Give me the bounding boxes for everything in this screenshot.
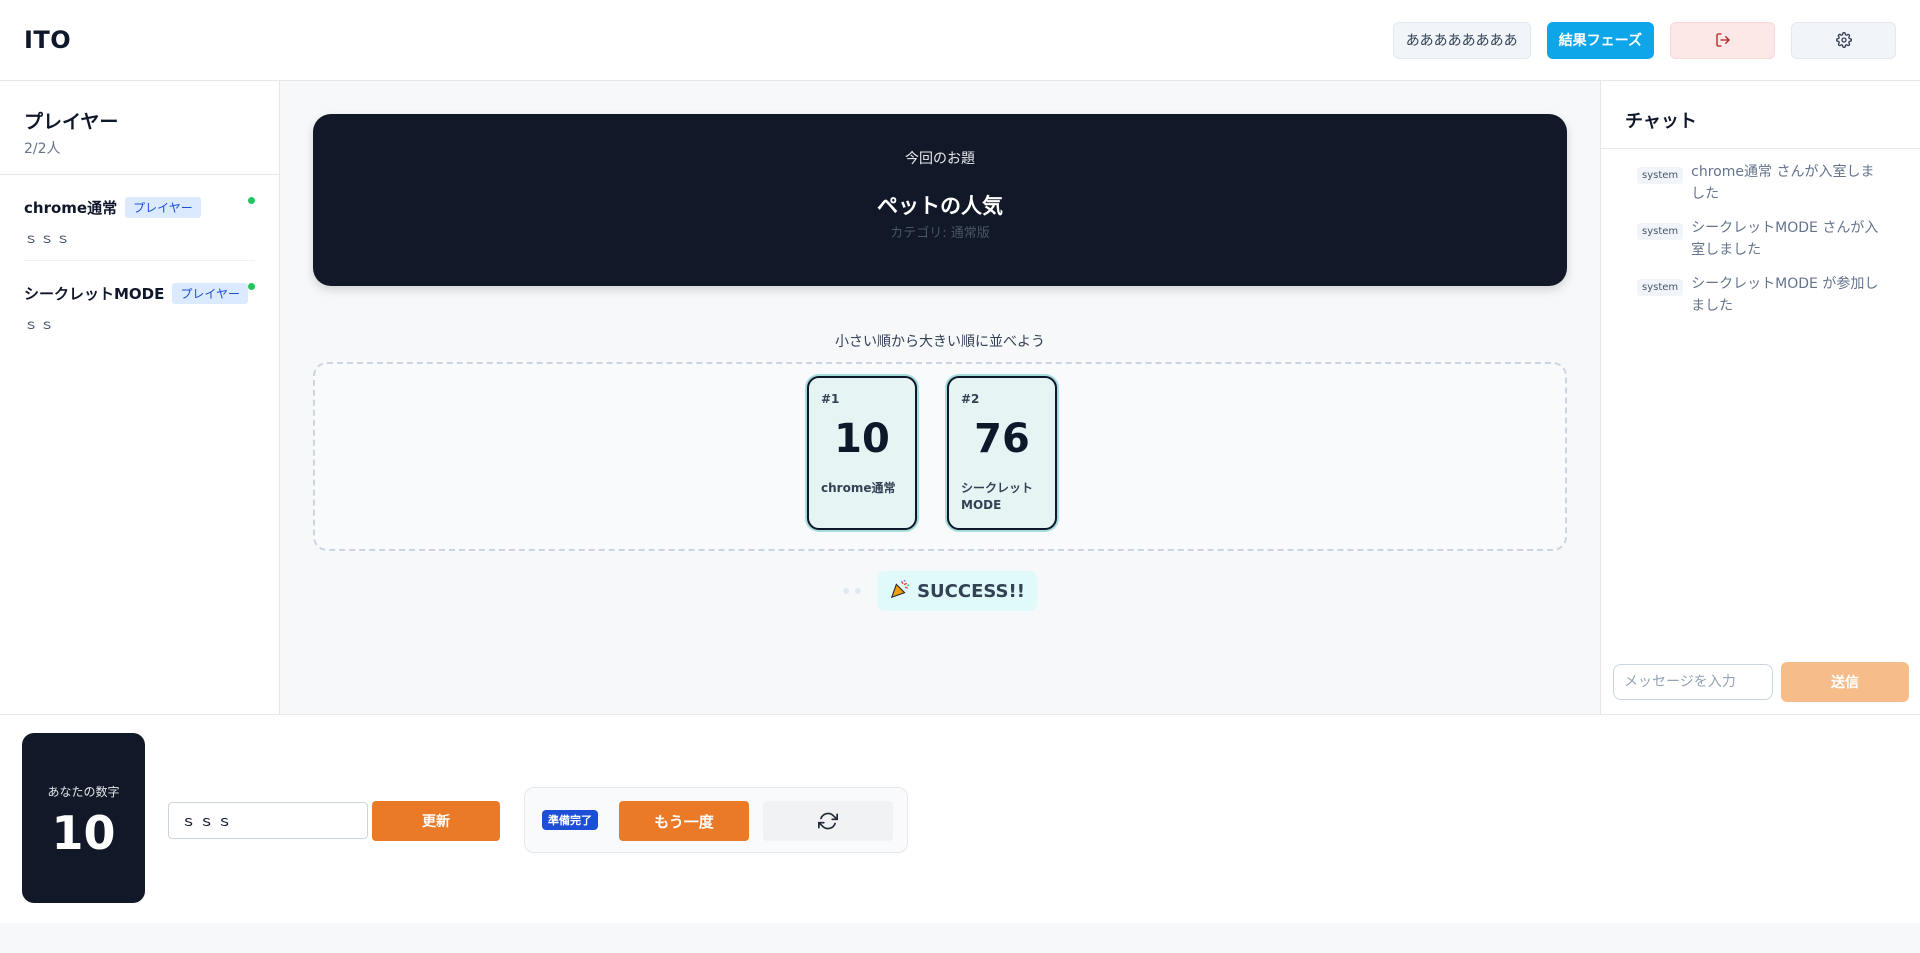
player-name: シークレットMODE [24,285,165,303]
topic-category: カテゴリ: 通常版 [890,226,990,241]
players-sidebar: プレイヤー 2/2人 chrome通常 プレイヤー ｓｓｓ シークレットMODE… [0,81,280,714]
chat-panel: チャット system chrome通常 さんが入室しました system シー… [1600,81,1920,714]
chat-input[interactable] [1613,664,1773,700]
chat-message: system chrome通常 さんが入室しました [1637,161,1884,205]
party-popper-icon [889,578,911,605]
result-row: SUCCESS!! [280,571,1600,611]
my-number-value: 10 [51,806,116,860]
settings-button[interactable] [1791,21,1896,59]
action-group: 準備完了 もう一度 [524,787,908,853]
order-instruction: 小さい順から大きい順に並べよう [835,334,1045,350]
refresh-icon [818,812,838,830]
topic-card: 今回のお題 ペットの人気 カテゴリ: 通常版 [313,114,1567,286]
chat-title: チャット [1601,81,1920,149]
online-status-dot [248,197,255,204]
play-again-button[interactable]: もう一度 [619,801,749,841]
card-value: 76 [974,416,1030,462]
player-word: ｓｓ [24,317,56,333]
exit-button[interactable] [1670,21,1775,59]
success-badge: SUCCESS!! [877,571,1037,611]
system-tag: system [1637,279,1684,296]
game-main: 今回のお題 ペットの人気 カテゴリ: 通常版 小さい順から大きい順に並べよう #… [280,81,1600,714]
chat-messages: system chrome通常 さんが入室しました system シークレットM… [1601,149,1920,317]
bottom-controls: あなたの数字 10 更新 準備完了 もう一度 [0,714,1920,923]
role-badge: プレイヤー [172,283,249,304]
players-count: 2/2人 [24,141,61,157]
online-status-dot [248,283,255,290]
page-footer [0,923,1920,953]
player-list: chrome通常 プレイヤー ｓｓｓ シークレットMODE プレイヤー ｓｓ [0,175,279,346]
player-item: シークレットMODE プレイヤー ｓｓ [24,261,255,346]
card-owner: chrome通常 [821,481,896,495]
card-owner: シークレットMODE [961,481,1034,512]
message-text: chrome通常 さんが入室しました [1691,164,1875,202]
players-title: プレイヤー [24,111,119,133]
top-header: ITO ああああああああ 結果フェーズ [0,0,1920,81]
refresh-button[interactable] [763,801,893,841]
logout-icon [1715,33,1730,47]
system-tag: system [1637,223,1684,240]
ready-badge: 準備完了 [542,810,598,830]
card-index: #2 [961,392,980,406]
card-drop-zone[interactable]: #1 10 chrome通常 #2 76 シークレットMODE [313,362,1567,551]
number-card[interactable]: #2 76 シークレットMODE [947,376,1057,530]
player-item: chrome通常 プレイヤー ｓｓｓ [24,175,255,261]
card-value: 10 [834,416,890,462]
app-logo: ITO [24,26,72,54]
my-number-card: あなたの数字 10 [22,733,145,903]
chat-message: system シークレットMODE が参加しました [1637,273,1884,317]
topic-title: ペットの人気 [877,194,1003,218]
players-header: プレイヤー 2/2人 [0,81,279,175]
message-text: シークレットMODE が参加しました [1691,276,1879,314]
card-index: #1 [821,392,840,406]
send-button[interactable]: 送信 [1781,662,1909,702]
message-text: シークレットMODE さんが入室しました [1691,220,1879,258]
chat-message: system シークレットMODE さんが入室しました [1637,217,1884,261]
success-text: SUCCESS!! [917,580,1025,602]
room-name-button[interactable]: ああああああああ [1392,21,1531,59]
player-name: chrome通常 [24,199,118,217]
my-number-label: あなたの数字 [47,785,120,799]
word-input[interactable] [168,802,368,839]
phase-button[interactable]: 結果フェーズ [1546,21,1654,59]
role-badge: プレイヤー [125,197,201,218]
gear-icon [1835,32,1852,48]
number-card[interactable]: #1 10 chrome通常 [807,376,917,530]
system-tag: system [1637,167,1684,184]
header-actions: ああああああああ 結果フェーズ [1392,21,1896,59]
player-word: ｓｓｓ [24,231,72,247]
topic-label: 今回のお題 [905,151,975,167]
update-button[interactable]: 更新 [372,801,500,841]
loading-dots [843,588,862,594]
